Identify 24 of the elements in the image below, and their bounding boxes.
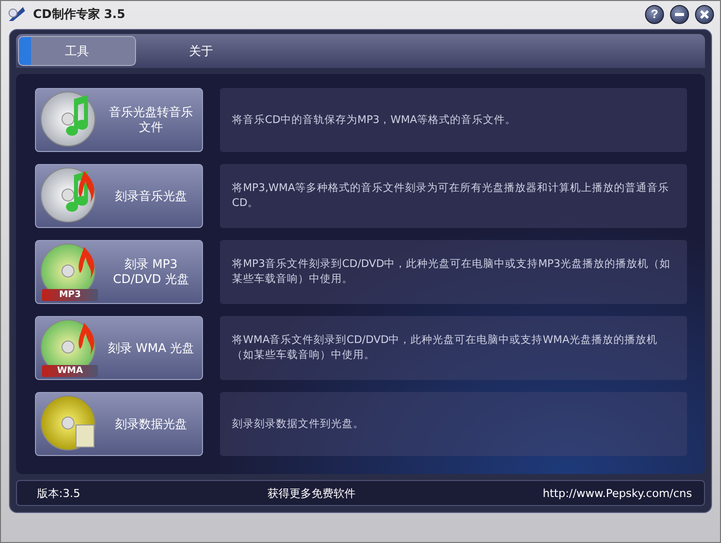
minimize-button[interactable] bbox=[670, 4, 689, 24]
tab[interactable]: 关于 bbox=[142, 34, 260, 68]
tool-button[interactable]: 音乐光盘转音乐文件 bbox=[35, 88, 203, 152]
website-link[interactable]: http://www.Pepsky.com/cns bbox=[542, 486, 692, 500]
tool-description: 刻录刻录数据文件到光盘。 bbox=[232, 416, 364, 432]
version-label: 版本:3.5 bbox=[37, 486, 80, 500]
tool-button[interactable]: WMA 刻录 WMA 光盘 bbox=[35, 316, 203, 380]
close-icon bbox=[700, 10, 709, 18]
tab[interactable]: 工具 bbox=[18, 36, 136, 66]
free-software-link[interactable]: 获得更多免费软件 bbox=[267, 486, 356, 500]
tool-button[interactable]: 刻录数据光盘 bbox=[35, 392, 203, 456]
format-badge: MP3 bbox=[42, 289, 98, 301]
tool-description: 将MP3,WMA等多种格式的音乐文件刻录为可在所有光盘播放器和计算机上播放的普通音乐CD。 bbox=[232, 181, 670, 211]
tool-button[interactable]: MP3 刻录 MP3 CD/DVD 光盘 bbox=[35, 240, 203, 304]
tool-description: 将音乐CD中的音轨保存为MP3，WMA等格式的音乐文件。 bbox=[232, 112, 516, 128]
help-button[interactable]: ? bbox=[645, 4, 664, 24]
tool-description: 将MP3音乐文件刻录到CD/DVD中，此种光盘可在电脑中或支持MP3光盘播放的播放机（如某些车载音响）中使用。 bbox=[232, 257, 672, 287]
close-button[interactable] bbox=[695, 4, 714, 24]
tool-description: 将WMA音乐文件刻录到CD/DVD中，此种光盘可在电脑中或支持WMA光盘播放的播放机（如某些车载音响）中使用。 bbox=[232, 333, 658, 363]
window-title: CD制作专家 3.5 bbox=[33, 6, 126, 22]
minimize-icon bbox=[675, 12, 684, 16]
format-badge: WMA bbox=[42, 365, 98, 377]
tool-button[interactable]: 刻录音乐光盘 bbox=[35, 164, 203, 228]
app-logo-icon bbox=[7, 5, 27, 23]
